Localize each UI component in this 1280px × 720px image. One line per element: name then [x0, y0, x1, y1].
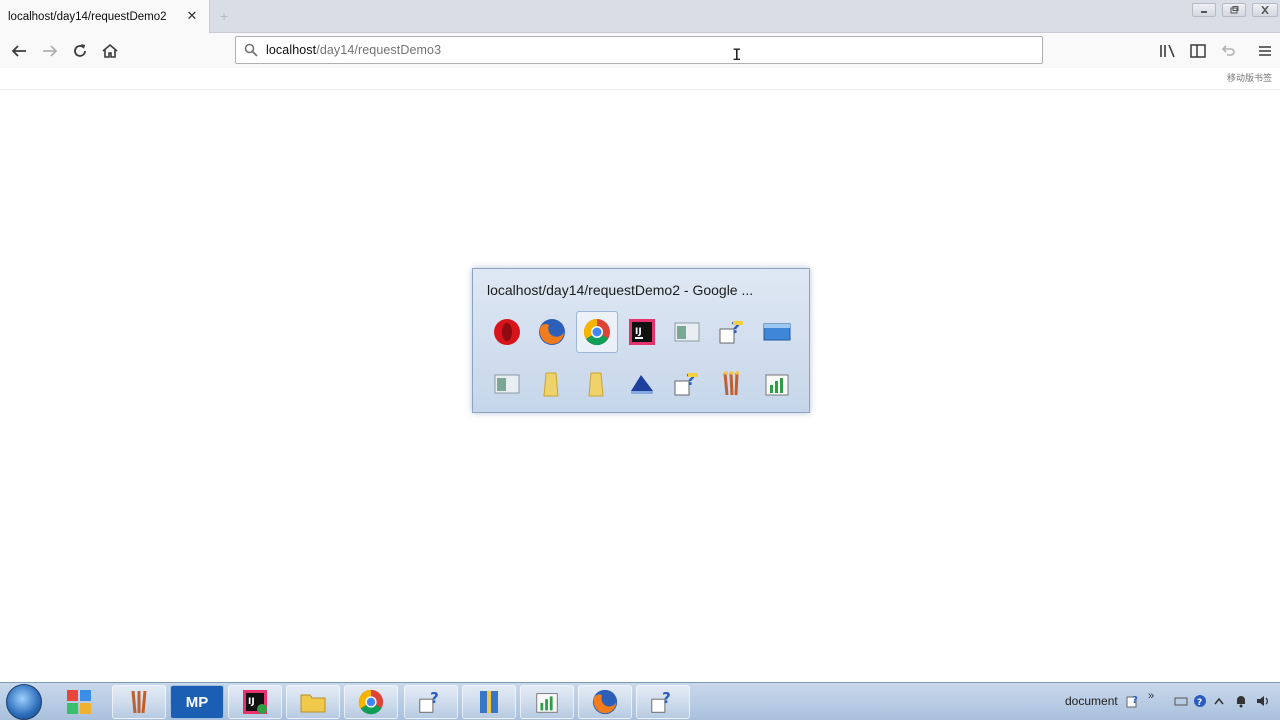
firefox-icon[interactable]: [534, 314, 570, 350]
forward-button[interactable]: [39, 40, 61, 62]
reload-icon: [74, 44, 86, 57]
url-path: /day14/requestDemo3: [316, 43, 442, 57]
archive-icon: [480, 691, 498, 713]
sidebar-button[interactable]: [1187, 40, 1209, 62]
mp-label: MP: [185, 693, 209, 711]
taskbar-help-2[interactable]: ?: [636, 685, 690, 719]
url-bar[interactable]: localhost/day14/requestDemo3 I: [235, 36, 1043, 64]
library-icon: [1160, 44, 1175, 58]
folder-icon[interactable]: [534, 366, 570, 402]
back-arrow-icon: [11, 45, 26, 57]
volume-icon[interactable]: [1256, 694, 1270, 708]
notepad-chart-icon: [536, 693, 558, 713]
text-cursor-icon: I: [732, 45, 742, 64]
tray-document-label[interactable]: document: [1065, 694, 1118, 708]
taskbar-app-manager[interactable]: [52, 685, 106, 719]
notepad-chart-icon[interactable]: [759, 366, 795, 402]
intellij-icon: IJ: [243, 690, 267, 714]
switcher-title: localhost/day14/requestDemo2 - Google ..…: [487, 282, 754, 298]
mobile-bookmarks-label[interactable]: 移动版书签: [1227, 71, 1272, 84]
url-text[interactable]: localhost/day14/requestDemo3: [266, 43, 441, 57]
intellij-icon[interactable]: IJ: [624, 314, 660, 350]
restore-icon: [1230, 6, 1239, 14]
network-icon[interactable]: [624, 366, 660, 402]
taskbar-mp[interactable]: MP: [170, 685, 224, 719]
help-icon: ?: [419, 689, 439, 713]
menu-button[interactable]: [1254, 40, 1276, 62]
tab-title: localhost/day14/requestDemo2: [8, 10, 167, 23]
svg-text:IJ: IJ: [248, 697, 255, 707]
close-window-button[interactable]: [1252, 3, 1278, 17]
paint-icon: [131, 690, 147, 714]
window-switcher: localhost/day14/requestDemo2 - Google ..…: [472, 268, 810, 413]
taskbar-firefox[interactable]: [578, 685, 632, 719]
svg-text:IJ: IJ: [635, 327, 642, 337]
folder-icon[interactable]: [579, 366, 615, 402]
new-tab-icon[interactable]: +: [220, 8, 228, 24]
chrome-icon[interactable]: [576, 311, 618, 353]
help-icon[interactable]: ?: [714, 314, 750, 350]
close-tab-icon[interactable]: ✕: [185, 9, 199, 23]
taskbar-archive[interactable]: [462, 685, 516, 719]
minimize-button[interactable]: [1192, 3, 1216, 17]
tab-active[interactable]: localhost/day14/requestDemo2 ✕: [0, 0, 210, 33]
back-button[interactable]: [8, 40, 30, 62]
notification-icon[interactable]: [1234, 694, 1248, 708]
taskbar-notepad-chart[interactable]: [520, 685, 574, 719]
svg-text:?: ?: [662, 689, 671, 707]
window-icon[interactable]: [669, 314, 705, 350]
system-tray: document ? » ?: [1030, 683, 1280, 720]
tray-help-icon[interactable]: ?: [1126, 694, 1140, 708]
app-manager-icon: [67, 690, 91, 714]
svg-text:?: ?: [731, 318, 740, 337]
sidebar-icon: [1190, 44, 1206, 58]
chrome-icon: [358, 689, 384, 715]
nav-toolbar: localhost/day14/requestDemo3 I 移动版书签: [0, 33, 1280, 83]
taskbar-intellij[interactable]: IJ: [228, 685, 282, 719]
taskbar: MP IJ ? ? document ? » ?: [0, 682, 1280, 720]
home-icon: [102, 43, 118, 58]
paint-icon[interactable]: [714, 366, 750, 402]
svg-text:?: ?: [430, 689, 439, 707]
hamburger-menu-icon: [1259, 46, 1271, 56]
svg-text:?: ?: [686, 370, 695, 389]
close-icon: [1261, 6, 1269, 14]
svg-text:?: ?: [1132, 695, 1138, 706]
start-button[interactable]: [6, 684, 42, 720]
opera-icon[interactable]: [489, 314, 525, 350]
firefox-icon: [592, 689, 618, 715]
reload-button[interactable]: [69, 40, 91, 62]
undo-icon: [1221, 45, 1235, 56]
search-icon: [244, 43, 258, 57]
taskbar-help[interactable]: ?: [404, 685, 458, 719]
keyboard-icon[interactable]: [1174, 694, 1188, 708]
taskbar-explorer[interactable]: [286, 685, 340, 719]
forward-arrow-icon: [43, 45, 58, 57]
taskbar-chrome[interactable]: [344, 685, 398, 719]
undo-button[interactable]: [1217, 40, 1239, 62]
desktop-icon[interactable]: [759, 314, 795, 350]
help-icon: ?: [651, 689, 671, 713]
minimize-icon: [1201, 11, 1207, 13]
url-host: localhost: [266, 43, 317, 57]
expand-tray-icon[interactable]: [1212, 694, 1226, 708]
folder-icon: [300, 694, 326, 713]
window-icon[interactable]: [489, 366, 525, 402]
help-icon[interactable]: ?: [669, 366, 705, 402]
taskbar-paint[interactable]: [112, 685, 166, 719]
svg-text:?: ?: [1197, 698, 1202, 708]
tray-help-icon-2[interactable]: ?: [1193, 694, 1207, 708]
home-button[interactable]: [99, 40, 121, 62]
restore-button[interactable]: [1222, 3, 1246, 17]
library-button[interactable]: [1157, 40, 1179, 62]
tray-chevron-icon[interactable]: »: [1144, 689, 1158, 703]
screen: localhost/day14/requestDemo2 ✕ + localho…: [0, 0, 1280, 720]
tab-strip: localhost/day14/requestDemo2 ✕ +: [0, 0, 1280, 33]
